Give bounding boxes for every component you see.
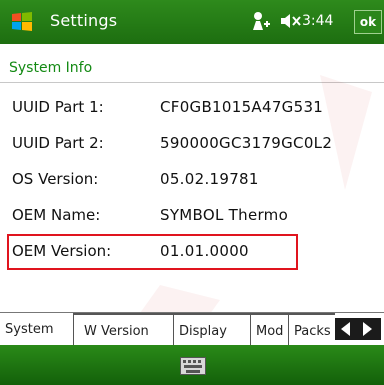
info-row: OS Version: 05.02.19781 (0, 162, 384, 198)
tab-scroll-buttons (335, 318, 381, 340)
arrow-left-icon[interactable] (341, 322, 350, 336)
title-bar: Settings 3:44 ok (0, 0, 384, 44)
info-label: UUID Part 1: (12, 98, 104, 116)
info-value: SYMBOL Thermo (160, 206, 289, 224)
tab-system[interactable]: System (0, 313, 74, 346)
clock[interactable]: 3:44 (302, 13, 333, 29)
section-header: System Info (0, 52, 384, 84)
info-label: UUID Part 2: (12, 134, 104, 152)
info-row: OEM Name: SYMBOL Thermo (0, 198, 384, 234)
info-value: CF0GB1015A47G531 (160, 98, 324, 116)
arrow-right-icon[interactable] (363, 322, 372, 336)
window-title: Settings (50, 11, 118, 30)
info-value: 05.02.19781 (160, 170, 259, 188)
keyboard-icon[interactable] (180, 357, 206, 375)
info-row: UUID Part 1: CF0GB1015A47G531 (0, 90, 384, 126)
ok-button[interactable]: ok (354, 10, 382, 34)
tab-mod[interactable]: Mod (251, 313, 289, 346)
volume-muted-icon[interactable] (280, 11, 302, 31)
menu-bar (0, 345, 384, 385)
info-label: OEM Name: (12, 206, 101, 224)
tab-strip: System W Version Display Mod Packs (0, 312, 384, 349)
info-label: OS Version: (12, 170, 99, 188)
settings-window: Settings 3:44 ok System Info UUID Part 1… (0, 0, 384, 385)
highlight-box (7, 234, 298, 270)
info-value: 590000GC3179GC0L2 (160, 134, 333, 152)
info-row: UUID Part 2: 590000GC3179GC0L2 (0, 126, 384, 162)
windows-start-icon[interactable] (10, 10, 34, 34)
tab-display[interactable]: Display (174, 313, 251, 346)
signal-icon[interactable] (250, 10, 272, 32)
tab-w-version[interactable]: W Version (74, 313, 174, 346)
section-title: System Info (9, 60, 93, 76)
divider (0, 82, 384, 83)
tab-packs[interactable]: Packs (289, 313, 335, 346)
